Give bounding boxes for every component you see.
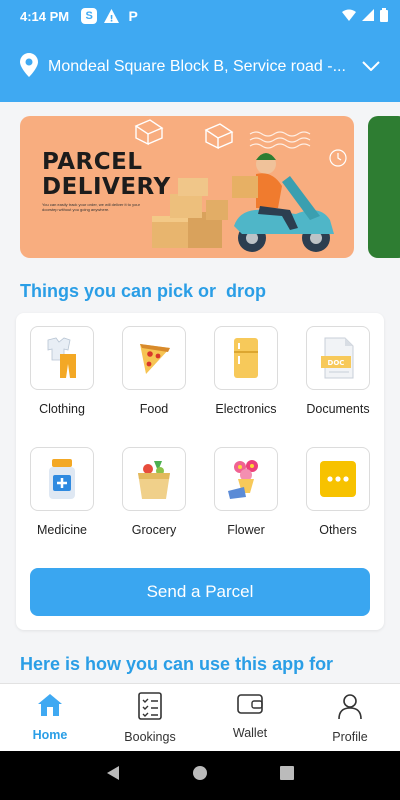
category-label: Documents bbox=[306, 402, 370, 416]
category-others[interactable]: Others bbox=[298, 447, 378, 537]
category-clothing[interactable]: Clothing bbox=[22, 326, 102, 416]
next-banner-peek[interactable] bbox=[368, 116, 400, 258]
p-notification-icon: P bbox=[128, 8, 138, 24]
category-label: Flower bbox=[227, 523, 265, 537]
category-label: Electronics bbox=[215, 402, 277, 416]
recents-icon[interactable] bbox=[279, 765, 295, 786]
section-title: Things you can pick or drop bbox=[20, 281, 267, 301]
chevron-down-icon[interactable] bbox=[362, 58, 380, 76]
category-food[interactable]: Food bbox=[114, 326, 194, 416]
checklist-icon bbox=[137, 692, 163, 725]
location-address: Mondeal Square Block B, Service road -..… bbox=[48, 58, 346, 75]
more-dots-icon bbox=[306, 447, 370, 511]
system-navigation-bar bbox=[0, 751, 400, 800]
nav-profile-label: Profile bbox=[332, 730, 368, 744]
home-icon bbox=[36, 692, 64, 723]
nav-bookings[interactable]: Bookings bbox=[100, 684, 200, 751]
status-bar: 4:14 PM S ! P bbox=[0, 0, 400, 32]
svg-text:DOC: DOC bbox=[328, 359, 345, 367]
category-label: Clothing bbox=[39, 402, 85, 416]
nav-home-label: Home bbox=[32, 728, 68, 742]
s-notification-icon: S bbox=[81, 8, 98, 24]
fridge-icon bbox=[214, 326, 278, 390]
svg-text:!: ! bbox=[109, 15, 113, 24]
category-label: Grocery bbox=[131, 523, 177, 537]
category-label: Food bbox=[139, 402, 169, 416]
battery-icon bbox=[380, 7, 388, 25]
category-medicine[interactable]: Medicine bbox=[22, 447, 102, 537]
categories-card: Clothing Food Electronics DOC Documents … bbox=[16, 313, 384, 630]
nav-bookings-label: Bookings bbox=[124, 730, 176, 744]
send-parcel-button[interactable]: Send a Parcel bbox=[30, 568, 370, 616]
location-selector[interactable]: Mondeal Square Block B, Service road -..… bbox=[0, 32, 400, 102]
category-label: Others bbox=[319, 523, 357, 537]
person-icon bbox=[336, 692, 364, 725]
clothing-icon bbox=[30, 326, 94, 390]
nav-wallet-label: Wallet bbox=[232, 726, 268, 740]
alert-icon: ! bbox=[103, 8, 119, 24]
how-to-use-title: Here is how you can use this app for bbox=[20, 654, 334, 674]
location-pin-icon bbox=[20, 52, 38, 82]
category-label: Medicine bbox=[36, 523, 88, 537]
bottom-navigation: Home Bookings Wallet Profile bbox=[0, 683, 400, 751]
back-icon[interactable] bbox=[105, 765, 121, 786]
banner-subtitle: You can easily track your order, we will… bbox=[42, 202, 140, 212]
home-circle-icon[interactable] bbox=[192, 765, 208, 786]
flower-bouquet-icon bbox=[214, 447, 278, 511]
category-documents[interactable]: DOC Documents bbox=[298, 326, 378, 416]
category-electronics[interactable]: Electronics bbox=[206, 326, 286, 416]
document-icon: DOC bbox=[306, 326, 370, 390]
wifi-icon bbox=[342, 9, 356, 24]
banner-title: PARCEL DELIVERY bbox=[42, 150, 171, 200]
banner-title-line2: DELIVERY bbox=[42, 174, 171, 200]
pizza-icon bbox=[122, 326, 186, 390]
nav-profile[interactable]: Profile bbox=[300, 684, 400, 751]
category-grocery[interactable]: Grocery bbox=[114, 447, 194, 537]
nav-wallet[interactable]: Wallet bbox=[200, 684, 300, 751]
medicine-bottle-icon bbox=[30, 447, 94, 511]
status-time: 4:14 PM bbox=[20, 8, 70, 24]
nav-home[interactable]: Home bbox=[0, 684, 100, 751]
cell-signal-icon bbox=[362, 8, 374, 24]
category-flower[interactable]: Flower bbox=[206, 447, 286, 537]
wallet-icon bbox=[236, 692, 264, 721]
promo-banner[interactable]: PARCEL DELIVERY You can easily track you… bbox=[20, 116, 354, 258]
banner-title-line1: PARCEL bbox=[42, 149, 143, 175]
grocery-bag-icon bbox=[122, 447, 186, 511]
